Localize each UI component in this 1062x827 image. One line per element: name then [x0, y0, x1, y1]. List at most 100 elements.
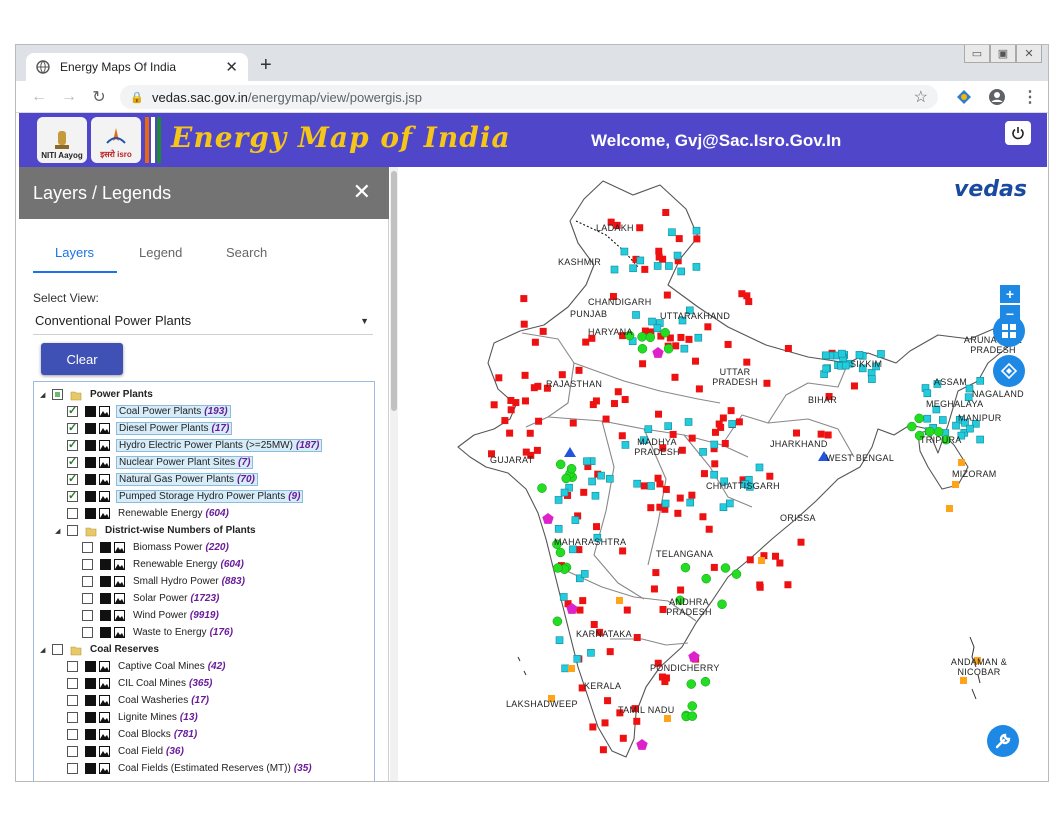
tree-item[interactable]: Renewable Energy (604)	[70, 556, 246, 573]
tree-item[interactable]: CIL Coal Mines (365)	[55, 675, 214, 692]
layer-checkbox[interactable]	[67, 508, 78, 519]
tree-item[interactable]: Lignite Mines (13)	[55, 709, 200, 726]
extension-icon[interactable]	[956, 89, 972, 105]
info-icon[interactable]	[85, 406, 96, 417]
tree-item[interactable]: Coal Field (36)	[55, 743, 186, 760]
forward-icon[interactable]: →	[54, 88, 84, 106]
tools-button[interactable]	[987, 725, 1019, 757]
image-icon[interactable]	[99, 712, 110, 723]
clear-button[interactable]: Clear	[41, 343, 123, 375]
info-icon[interactable]	[100, 610, 111, 621]
info-icon[interactable]	[85, 491, 96, 502]
menu-kebab-icon[interactable]: ⋮	[1022, 87, 1038, 107]
url-input[interactable]: 🔒 vedas.sac.gov.in/energymap/view/powerg…	[120, 85, 938, 109]
layer-checkbox[interactable]	[67, 712, 78, 723]
tree-item[interactable]: Biomass Power (220)	[70, 539, 231, 556]
tree-item[interactable]: Nuclear Power Plant Sites(7)	[55, 454, 254, 471]
maximize-icon[interactable]: ▣	[990, 45, 1016, 63]
layer-checkbox[interactable]	[52, 644, 63, 655]
tree-item[interactable]: Coal Washeries (17)	[55, 692, 211, 709]
image-icon[interactable]	[99, 661, 110, 672]
layer-checkbox[interactable]	[67, 695, 78, 706]
expand-icon[interactable]: ◢	[55, 527, 67, 535]
tree-item[interactable]: Coal Power Plants(193)	[55, 403, 231, 420]
layer-checkbox[interactable]	[52, 389, 63, 400]
image-icon[interactable]	[114, 610, 125, 621]
basemap-button[interactable]	[993, 315, 1025, 347]
tree-item[interactable]: Small Hydro Power (883)	[70, 573, 247, 590]
layer-checkbox[interactable]	[82, 559, 93, 570]
info-icon[interactable]	[85, 508, 96, 519]
expand-icon[interactable]: ◢	[40, 391, 52, 399]
layer-checkbox[interactable]	[67, 678, 78, 689]
image-icon[interactable]	[114, 559, 125, 570]
info-icon[interactable]	[85, 474, 96, 485]
info-icon[interactable]	[85, 440, 96, 451]
image-icon[interactable]	[114, 576, 125, 587]
expand-icon[interactable]: ◢	[40, 646, 52, 654]
info-icon[interactable]	[85, 423, 96, 434]
image-icon[interactable]	[99, 746, 110, 757]
minimize-icon[interactable]: ▭	[964, 45, 990, 63]
image-icon[interactable]	[99, 695, 110, 706]
zoom-in-button[interactable]: +	[1000, 285, 1020, 303]
tab-layers[interactable]: Layers	[55, 245, 94, 260]
layer-checkbox[interactable]	[67, 746, 78, 757]
reload-icon[interactable]: ↻	[84, 87, 114, 107]
tree-item[interactable]: Waste to Energy (176)	[70, 624, 235, 641]
image-icon[interactable]	[99, 729, 110, 740]
map-view[interactable]: LADAKH KASHMIR CHANDIGARH PUNJAB HARYANA UTTA…	[398, 167, 1047, 781]
scrollbar-thumb[interactable]	[391, 171, 397, 411]
tree-item[interactable]: Natural Gas Power Plants(70)	[55, 471, 258, 488]
browser-tab[interactable]: Energy Maps Of India ✕	[26, 53, 248, 81]
tab-search[interactable]: Search	[226, 245, 267, 260]
image-icon[interactable]	[99, 457, 110, 468]
image-icon[interactable]	[99, 406, 110, 417]
layer-checkbox[interactable]	[67, 525, 78, 536]
close-window-icon[interactable]: ✕	[1016, 45, 1042, 63]
image-icon[interactable]	[99, 474, 110, 485]
image-icon[interactable]	[114, 542, 125, 553]
tree-item[interactable]: Wind Power (9919)	[70, 607, 221, 624]
profile-icon[interactable]	[988, 88, 1006, 106]
back-icon[interactable]: ←	[24, 88, 54, 106]
info-icon[interactable]	[85, 457, 96, 468]
info-icon[interactable]	[85, 678, 96, 689]
tree-item[interactable]: Coal Fields (Estimated Reserves (MT)) (35…	[55, 760, 314, 777]
new-tab-icon[interactable]: +	[260, 55, 272, 75]
tree-item[interactable]: Coal Blocks (781)	[55, 726, 199, 743]
info-icon[interactable]	[100, 593, 111, 604]
info-icon[interactable]	[100, 559, 111, 570]
layer-checkbox[interactable]	[82, 610, 93, 621]
tree-item[interactable]: Renewable Energy (604)	[55, 505, 231, 522]
tree-item[interactable]: Pumped Storage Hydro Power Plants(9)	[55, 488, 304, 505]
tree-group[interactable]: ◢ District-wise Numbers of Plants	[55, 522, 258, 539]
image-icon[interactable]	[99, 491, 110, 502]
layer-checkbox[interactable]	[82, 576, 93, 587]
layer-checkbox[interactable]	[67, 455, 78, 468]
info-icon[interactable]	[100, 542, 111, 553]
panel-scrollbar[interactable]	[390, 167, 398, 781]
layer-checkbox[interactable]	[82, 542, 93, 553]
image-icon[interactable]	[99, 423, 110, 434]
image-icon[interactable]	[114, 593, 125, 604]
info-icon[interactable]	[100, 627, 111, 638]
image-icon[interactable]	[99, 763, 110, 774]
info-icon[interactable]	[85, 712, 96, 723]
layer-checkbox[interactable]	[67, 472, 78, 485]
tab-legend[interactable]: Legend	[139, 245, 182, 260]
info-icon[interactable]	[100, 576, 111, 587]
info-icon[interactable]	[85, 661, 96, 672]
info-icon[interactable]	[85, 729, 96, 740]
info-icon[interactable]	[85, 763, 96, 774]
tree-item[interactable]: Diesel Power Plants(17)	[55, 420, 233, 437]
layer-checkbox[interactable]	[82, 627, 93, 638]
layer-checkbox[interactable]	[67, 404, 78, 417]
close-tab-icon[interactable]: ✕	[225, 58, 238, 76]
layer-checkbox[interactable]	[67, 438, 78, 451]
close-panel-icon[interactable]: ✕	[353, 179, 371, 205]
tree-item[interactable]: Solar Power (1723)	[70, 590, 221, 607]
tree-group[interactable]: ◢ Coal Reserves	[40, 641, 161, 658]
layer-checkbox[interactable]	[67, 489, 78, 502]
image-icon[interactable]	[99, 678, 110, 689]
